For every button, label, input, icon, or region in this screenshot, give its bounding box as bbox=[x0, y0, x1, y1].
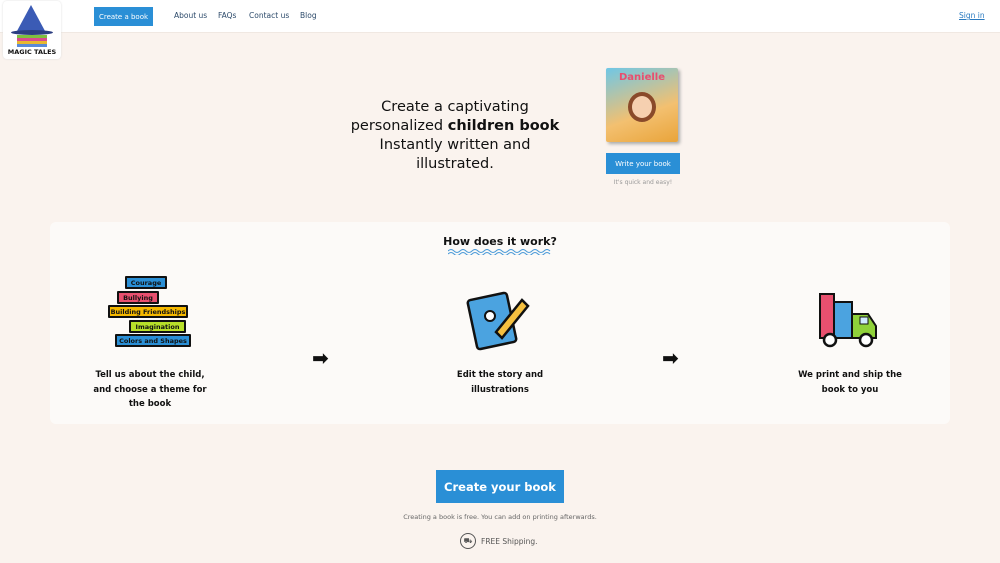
nav-blog[interactable]: Blog bbox=[300, 11, 317, 20]
step-3-text: We print and ship the book to you bbox=[798, 370, 902, 395]
sign-in-link[interactable]: Sign in bbox=[959, 11, 985, 20]
book-cover-image: Danielle bbox=[606, 68, 678, 142]
create-your-book-button[interactable]: Create your book bbox=[436, 470, 564, 503]
shipping-text: FREE Shipping. bbox=[481, 536, 538, 546]
nav-about[interactable]: About us bbox=[174, 11, 207, 20]
arrow-right-icon: ➡ bbox=[662, 346, 679, 370]
wizard-hat-icon bbox=[17, 5, 45, 31]
free-shipping: ⛟ FREE Shipping. bbox=[460, 533, 538, 549]
theme-tags: Courage Bullying Building Friendships Im… bbox=[107, 276, 191, 352]
edit-pencil-icon bbox=[466, 291, 530, 351]
nav-contact[interactable]: Contact us bbox=[249, 11, 289, 20]
step-1-text: Tell us about the child, and choose a th… bbox=[93, 370, 207, 409]
hero-line-1: Create a captivating bbox=[381, 99, 529, 115]
top-nav: Create a book About us FAQs Contact us B… bbox=[0, 0, 1000, 33]
arrow-right-icon: ➡ bbox=[312, 346, 329, 370]
create-book-nav-button[interactable]: Create a book bbox=[94, 7, 153, 26]
theme-tag: Imagination bbox=[129, 320, 186, 333]
section-title: How does it work? bbox=[443, 235, 557, 248]
theme-tag: Courage bbox=[125, 276, 167, 289]
truck-icon: ⛟ bbox=[460, 533, 476, 549]
theme-tag: Bullying bbox=[117, 291, 159, 304]
nav-faqs[interactable]: FAQs bbox=[218, 11, 236, 20]
free-note: Creating a book is free. You can add on … bbox=[403, 513, 597, 521]
hero-line-3: Instantly written and illustrated. bbox=[379, 137, 531, 172]
write-your-book-button[interactable]: Write your book bbox=[606, 153, 680, 174]
hero-heading: Create a captivating personalized childr… bbox=[340, 98, 570, 174]
hero-line-2: personalized children book bbox=[340, 117, 570, 136]
step-2-text: Edit the story and illustrations bbox=[456, 370, 544, 395]
how-it-works-section: How does it work? Courage Bullying Build… bbox=[50, 222, 950, 424]
cover-title: Danielle bbox=[618, 72, 665, 83]
delivery-truck-icon bbox=[819, 293, 877, 348]
wave-underline bbox=[448, 249, 551, 255]
theme-tag: Building Friendships bbox=[108, 305, 188, 318]
logo-text: MAGIC TALES bbox=[7, 48, 57, 56]
quick-note: It's quick and easy! bbox=[613, 179, 673, 186]
hero-text: personalized bbox=[350, 118, 448, 134]
theme-tag: Colors and Shapes bbox=[115, 334, 191, 347]
logo[interactable]: MAGIC TALES bbox=[3, 1, 61, 59]
hero-bold: children book bbox=[447, 118, 560, 134]
